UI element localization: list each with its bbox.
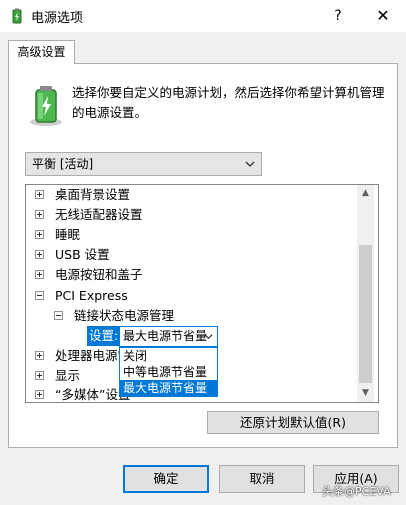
restore-defaults-button[interactable]: 还原计划默认值(R): [207, 411, 379, 434]
power-plan-value: 平衡 [活动]: [32, 157, 94, 171]
tree-item-label: USB 设置: [55, 247, 110, 262]
scroll-down-icon[interactable]: ▼: [357, 385, 374, 402]
scroll-up-icon[interactable]: ▲: [357, 185, 374, 202]
scroll-thumb[interactable]: [359, 245, 372, 383]
power-plan-select[interactable]: 平衡 [活动]: [25, 152, 262, 176]
setting-value-select[interactable]: 最大电源节省量: [119, 326, 218, 347]
tree-item-label: 无线适配器设置: [55, 207, 143, 222]
title-bar: 电源选项 ? ✕: [0, 0, 406, 32]
setting-options-dropdown: 关闭 中等电源节省量 最大电源节省量: [119, 347, 218, 397]
collapse-icon[interactable]: [35, 291, 44, 300]
tree-item-label: PCI Express: [55, 288, 128, 303]
battery-icon: [30, 86, 62, 126]
setting-value: 最大电源节省量: [123, 329, 208, 343]
close-button[interactable]: ✕: [366, 4, 400, 28]
chevron-down-icon: [204, 334, 213, 340]
option-moderate-savings[interactable]: 中等电源节省量: [120, 364, 217, 380]
setting-label: 设置:: [87, 326, 119, 346]
expand-icon[interactable]: [35, 270, 44, 279]
ok-button[interactable]: 确定: [123, 465, 209, 493]
description-text: 选择你要自定义的电源计划，然后选择你希望计算机管理的电源设置。: [72, 85, 385, 120]
tree-item-label: 电源按钮和盖子: [55, 267, 143, 282]
tree-item-label: 链接状态电源管理: [74, 308, 175, 323]
expand-icon[interactable]: [35, 351, 44, 360]
help-button[interactable]: ?: [322, 4, 354, 28]
option-maximum-savings[interactable]: 最大电源节省量: [120, 380, 217, 396]
expand-icon[interactable]: [35, 190, 44, 199]
watermark: 头条@PCEVA: [322, 485, 391, 498]
collapse-icon[interactable]: [54, 311, 63, 320]
cancel-button[interactable]: 取消: [219, 465, 305, 493]
tree-item-label: 显示: [55, 368, 81, 383]
expand-icon[interactable]: [35, 250, 44, 259]
chevron-down-icon: [245, 161, 255, 167]
tab-advanced-settings[interactable]: 高级设置: [8, 40, 75, 64]
expand-icon[interactable]: [35, 371, 44, 380]
expand-icon[interactable]: [35, 390, 44, 399]
tree-item-label: 睡眠: [55, 227, 81, 242]
power-options-icon: [12, 8, 22, 24]
window-title: 电源选项: [31, 11, 84, 26]
tree-scrollbar[interactable]: ▲ ▼: [357, 185, 374, 402]
tree-item-label: 桌面背景设置: [55, 187, 131, 202]
expand-icon[interactable]: [35, 210, 44, 219]
expand-icon[interactable]: [35, 230, 44, 239]
option-off[interactable]: 关闭: [120, 348, 217, 364]
